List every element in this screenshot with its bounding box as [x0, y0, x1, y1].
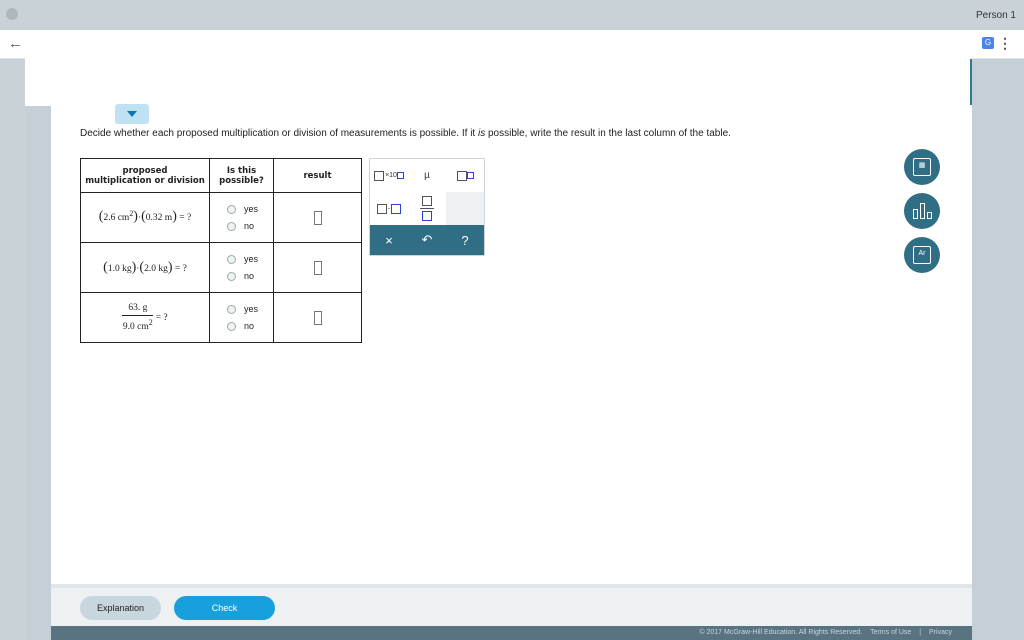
bottom-bar: © 2017 McGraw-Hill Education. All Rights…: [51, 626, 972, 640]
radio-button[interactable]: [227, 321, 236, 331]
copyright-line: © 2017 McGraw-Hill Education. All Rights…: [693, 629, 952, 636]
multiply-dot-button[interactable]: ·: [370, 192, 408, 225]
explanation-button[interactable]: Explanation: [80, 596, 161, 620]
numerator-box-icon: [422, 196, 432, 206]
browser-titlebar: Person 1: [0, 0, 1024, 30]
exponent-box-icon: [466, 171, 474, 179]
left-panel: [25, 58, 52, 106]
translate-icon[interactable]: G: [982, 37, 994, 49]
privacy-link[interactable]: Privacy: [929, 629, 952, 636]
back-arrow-icon[interactable]: ←: [8, 35, 23, 52]
result-cell-2[interactable]: [273, 242, 362, 293]
times-ten-button[interactable]: ×10: [370, 159, 408, 192]
radio-button[interactable]: [227, 271, 236, 281]
calculator-icon[interactable]: ▦: [904, 149, 940, 185]
radio-button[interactable]: [227, 254, 236, 264]
periodic-table-icon[interactable]: Ar: [904, 237, 940, 273]
result-cell-3[interactable]: [273, 292, 362, 343]
answer-input[interactable]: [313, 260, 322, 275]
superscript-button[interactable]: [446, 159, 484, 192]
no-option[interactable]: no: [227, 318, 273, 335]
header-result: result: [273, 158, 362, 193]
help-button[interactable]: ?: [446, 225, 484, 255]
link-separator: |: [919, 629, 922, 636]
header-possible: Is this possible?: [209, 158, 274, 193]
more-vert-icon[interactable]: ⋮: [998, 35, 1012, 52]
yes-option[interactable]: yes: [227, 201, 273, 218]
profile-name[interactable]: Person 1: [976, 10, 1016, 21]
box-icon: [390, 203, 401, 214]
radio-button[interactable]: [227, 304, 236, 314]
answer-input[interactable]: [313, 210, 322, 225]
calculator-glyph: ▦: [913, 158, 931, 176]
browser-toolbar: ← G ⋮: [0, 30, 1024, 59]
palette-empty-cell: [446, 192, 484, 225]
table-row: (1.0 kg)·(2.0 kg) = ? yes no: [80, 242, 362, 293]
expression-2: (1.0 kg)·(2.0 kg) = ?: [80, 242, 210, 293]
exponent-box-icon: [396, 171, 404, 179]
undo-button[interactable]: ↶: [408, 225, 446, 255]
no-option[interactable]: no: [227, 268, 273, 285]
answer-input[interactable]: [313, 310, 322, 325]
result-cell-1[interactable]: [273, 192, 362, 243]
expression-1: (2.6 cm2)·(0.32 m) = ?: [80, 192, 210, 243]
possible-options-1: yes no: [209, 192, 274, 243]
header-proposed: proposed multiplication or division: [80, 158, 210, 193]
window-button-icon[interactable]: [6, 8, 18, 20]
measurements-table: proposed multiplication or division Is t…: [80, 158, 362, 343]
question-part-1: Decide whether each proposed multiplicat…: [80, 128, 478, 139]
expression-3: 63. g 9.0 cm2 = ?: [80, 292, 210, 343]
base-box-icon: [456, 170, 467, 181]
radio-button[interactable]: [227, 204, 236, 214]
fraction-button[interactable]: [408, 192, 446, 225]
clear-button[interactable]: ×: [370, 225, 408, 255]
yes-option[interactable]: yes: [227, 301, 273, 318]
table-header-row: proposed multiplication or division Is t…: [80, 158, 362, 193]
table-row: 63. g 9.0 cm2 = ? yes no: [80, 292, 362, 343]
table-row: (2.6 cm2)·(0.32 m) = ? yes no: [80, 192, 362, 243]
browser-left-frame: [0, 30, 25, 640]
question-text: Decide whether each proposed multiplicat…: [80, 128, 731, 139]
yes-option[interactable]: yes: [227, 251, 273, 268]
copyright-text: © 2017 McGraw-Hill Education. All Rights…: [699, 629, 863, 636]
check-button[interactable]: Check: [174, 596, 275, 620]
bar-chart-icon[interactable]: [904, 193, 940, 229]
no-option[interactable]: no: [227, 218, 273, 235]
possible-options-3: yes no: [209, 292, 274, 343]
fraction: 63. g 9.0 cm2: [122, 302, 154, 333]
denominator-box-icon: [422, 211, 432, 221]
collapse-toggle-button[interactable]: [115, 104, 149, 124]
math-palette: ×10 µ · × ↶ ?: [369, 158, 485, 256]
footer: Explanation Check: [51, 588, 972, 626]
placeholder-box-icon: [374, 170, 385, 181]
accent-line: [970, 59, 972, 105]
question-part-2: possible, write the result in the last c…: [485, 128, 731, 139]
periodic-table-label: Ar: [913, 246, 931, 264]
bar-chart-glyph: [912, 203, 932, 219]
micro-button[interactable]: µ: [408, 159, 446, 192]
box-icon: [377, 203, 388, 214]
radio-button[interactable]: [227, 221, 236, 231]
possible-options-2: yes no: [209, 242, 274, 293]
terms-link[interactable]: Terms of Use: [870, 629, 911, 636]
